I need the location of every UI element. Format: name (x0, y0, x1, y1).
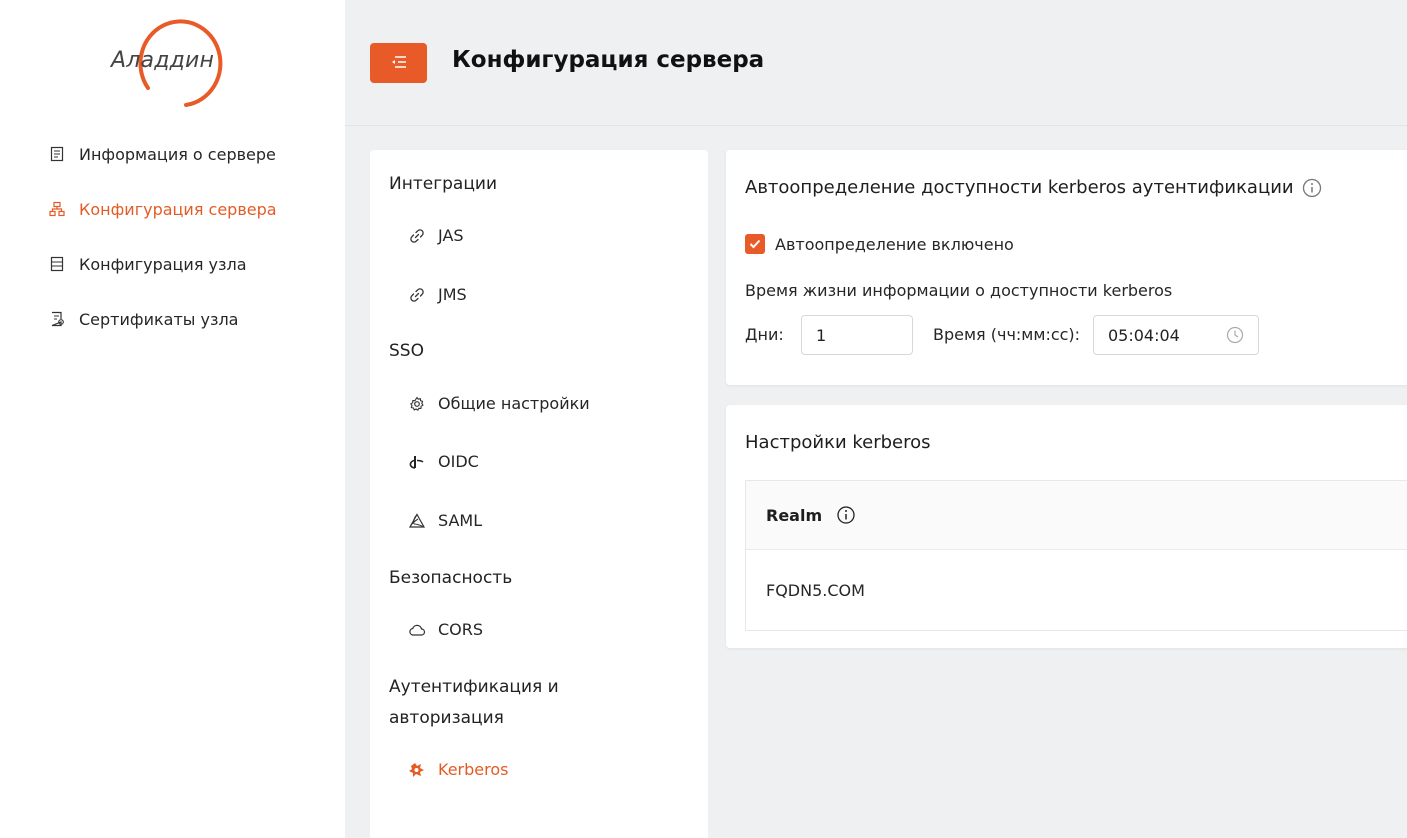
sidebar-item-node-certificates[interactable]: Сертификаты узла (48, 305, 277, 333)
settings-menu: Интеграции JAS JMS SSO Общие настройки O… (370, 150, 708, 838)
days-label: Дни: (745, 325, 784, 344)
info-icon[interactable] (1302, 178, 1322, 198)
menu-item-label: JAS (438, 226, 464, 245)
sidebar-nav: Информация о сервере Конфигурация сервер… (48, 140, 277, 360)
menu-item-label: SAML (438, 511, 483, 530)
section-security: Безопасность (389, 568, 513, 588)
menu-item-saml[interactable]: SAML (408, 511, 482, 530)
kerberos-icon (408, 761, 426, 779)
menu-toggle-button[interactable] (370, 43, 427, 83)
section-integrations: Интеграции (389, 174, 498, 194)
menu-item-oidc[interactable]: OIDC (408, 452, 479, 471)
logo-text: Аладдин (111, 48, 215, 73)
autodetect-checkbox-row: Автоопределение включено (745, 234, 1014, 254)
page-title: Конфигурация сервера (452, 47, 765, 73)
menu-item-kerberos[interactable]: Kerberos (408, 760, 508, 779)
sidebar-item-label: Конфигурация сервера (79, 199, 277, 219)
openid-icon (408, 453, 426, 471)
realm-cell: FQDN5.COM (766, 580, 865, 600)
section-sso: SSO (389, 341, 424, 361)
sidebar-item-label: Конфигурация узла (79, 254, 247, 274)
check-icon (749, 239, 761, 249)
menu-item-label: CORS (438, 620, 484, 639)
kerberos-settings-card: Настройки kerberos Realm FQDN5.COM (726, 405, 1407, 648)
autodetect-card: Автоопределение доступности kerberos аут… (726, 150, 1407, 385)
autodetect-checkbox[interactable] (745, 234, 765, 254)
menu-item-label: JMS (438, 285, 467, 304)
cloud-icon (408, 621, 426, 639)
gear-icon (408, 395, 426, 413)
menu-item-general-settings[interactable]: Общие настройки (408, 394, 590, 413)
info-icon[interactable] (836, 505, 856, 525)
aladdin-logo: Аладдин (108, 18, 238, 108)
sidebar-item-label: Информация о сервере (79, 144, 276, 164)
table-row[interactable]: FQDN5.COM (746, 550, 1407, 630)
days-input[interactable] (801, 315, 913, 355)
certificate-icon (48, 310, 66, 328)
time-label: Время (чч:мм:сс): (933, 325, 1081, 344)
autodetect-checkbox-label: Автоопределение включено (775, 234, 1014, 254)
menu-item-label: Общие настройки (438, 394, 590, 413)
server-info-icon (48, 145, 66, 163)
table-header: Realm (746, 481, 1407, 550)
menu-collapse-icon (390, 54, 408, 73)
sidebar-item-label: Сертификаты узла (79, 309, 239, 329)
kerberos-card-title: Настройки kerberos (745, 432, 931, 453)
menu-item-label: OIDC (438, 452, 479, 471)
sidebar-item-server-info[interactable]: Информация о сервере (48, 140, 277, 168)
link-icon (408, 227, 426, 245)
sidebar-item-node-config[interactable]: Конфигурация узла (48, 250, 277, 278)
column-header-realm: Realm (766, 505, 823, 525)
node-config-icon (48, 255, 66, 273)
sidebar-item-server-config[interactable]: Конфигурация сервера (48, 195, 277, 223)
realm-table: Realm FQDN5.COM (745, 480, 1407, 631)
saml-icon (408, 512, 426, 530)
page-header: Конфигурация сервера (345, 0, 1407, 126)
autodetect-card-title: Автоопределение доступности kerberos аут… (745, 177, 1322, 198)
menu-item-cors[interactable]: CORS (408, 620, 483, 639)
menu-item-label: Kerberos (438, 760, 509, 779)
lifetime-label: Время жизни информации о доступности ker… (745, 281, 1173, 300)
sidebar: Аладдин Информация о сервере Конфигураци… (0, 0, 345, 838)
sitemap-icon (48, 200, 66, 218)
card-title-text: Автоопределение доступности kerberos аут… (745, 177, 1294, 198)
link-icon (408, 286, 426, 304)
menu-item-jas[interactable]: JAS (408, 226, 464, 245)
clock-icon[interactable] (1226, 326, 1244, 348)
section-auth: Аутентификация и авторизация (389, 677, 559, 728)
menu-item-jms[interactable]: JMS (408, 285, 467, 304)
